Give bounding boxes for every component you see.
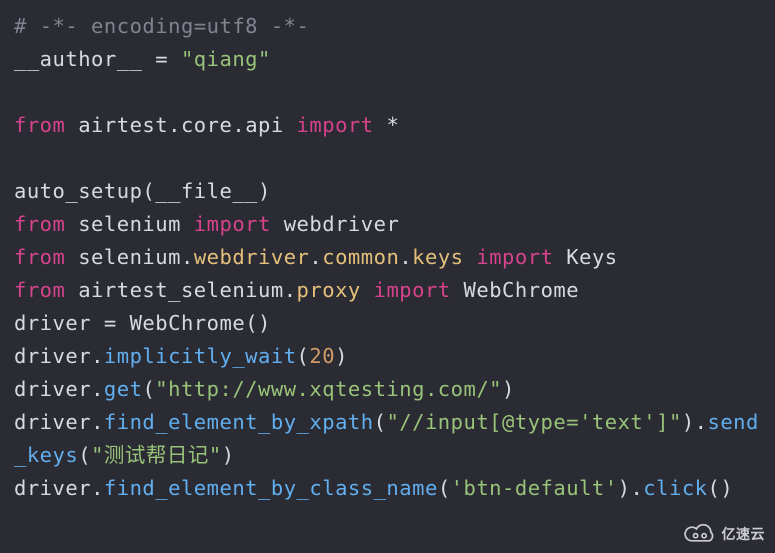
code-line-12: driver.get("http://www.xqtesting.com/") <box>14 377 515 401</box>
code-line-6: auto_setup(__file__) <box>14 179 271 203</box>
code-line-13: driver.find_element_by_xpath("//input[@t… <box>14 410 759 467</box>
code-line-4: from airtest.core.api import * <box>14 113 399 137</box>
code-line-2: __author__ = "qiang" <box>14 47 271 71</box>
code-line-10: driver = WebChrome() <box>14 311 271 335</box>
code-line-1: # -*- encoding=utf8 -*- <box>14 14 309 38</box>
code-line-8: from selenium.webdriver.common.keys impo… <box>14 245 618 269</box>
code-line-14: driver.find_element_by_class_name('btn-d… <box>14 476 733 500</box>
code-block: # -*- encoding=utf8 -*- __author__ = "qi… <box>0 0 775 515</box>
watermark-text: 亿速云 <box>722 524 766 544</box>
code-line-11: driver.implicitly_wait(20) <box>14 344 348 368</box>
code-line-7: from selenium import webdriver <box>14 212 399 236</box>
code-line-9: from airtest_selenium.proxy import WebCh… <box>14 278 579 302</box>
watermark: 亿速云 <box>682 523 766 545</box>
cloud-icon <box>682 523 716 545</box>
